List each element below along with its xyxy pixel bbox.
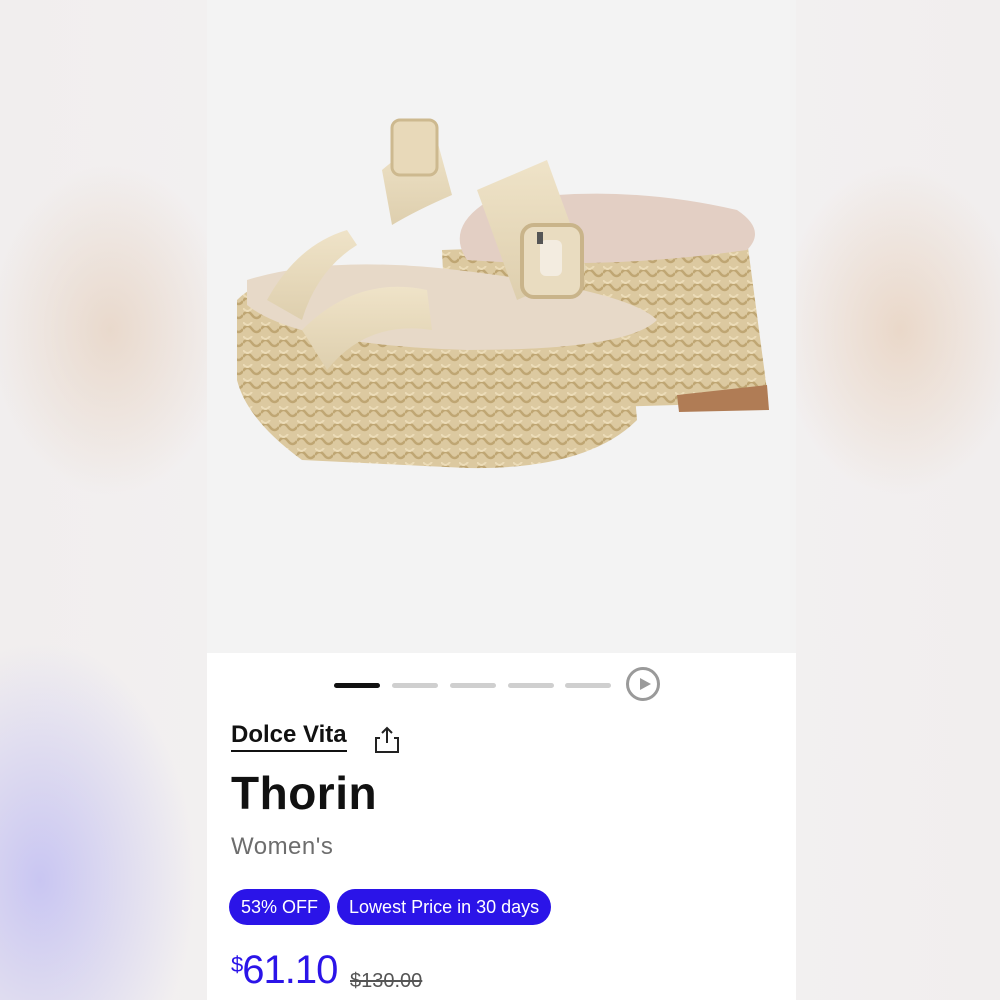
pager-dot-5[interactable] <box>565 683 611 688</box>
pager-dot-2[interactable] <box>392 683 438 688</box>
brand-link[interactable]: Dolce Vita <box>231 722 347 752</box>
gallery-pager <box>207 667 796 703</box>
pager-dot-4[interactable] <box>508 683 554 688</box>
product-title: Thorin <box>231 767 378 819</box>
original-price: $130.00 <box>350 970 423 992</box>
pager-dot-3[interactable] <box>450 683 496 688</box>
sale-price: $61.10 <box>231 948 338 993</box>
price-value: 61.10 <box>242 948 338 992</box>
play-icon <box>640 678 651 690</box>
sandal-illustration <box>237 118 769 469</box>
pager-dot-1[interactable] <box>334 683 380 688</box>
lowest-price-badge: Lowest Price in 30 days <box>337 889 552 925</box>
badge-row: 53% OFF Lowest Price in 30 days <box>229 889 552 925</box>
product-gender: Women's <box>231 833 334 860</box>
price-currency: $ <box>231 952 243 977</box>
discount-badge: 53% OFF <box>229 889 331 925</box>
share-icon[interactable] <box>374 726 400 754</box>
product-image[interactable] <box>207 0 796 653</box>
play-button[interactable] <box>626 667 660 701</box>
product-screen: Dolce Vita Thorin Women's 53% OFF Lowest… <box>207 0 796 1000</box>
